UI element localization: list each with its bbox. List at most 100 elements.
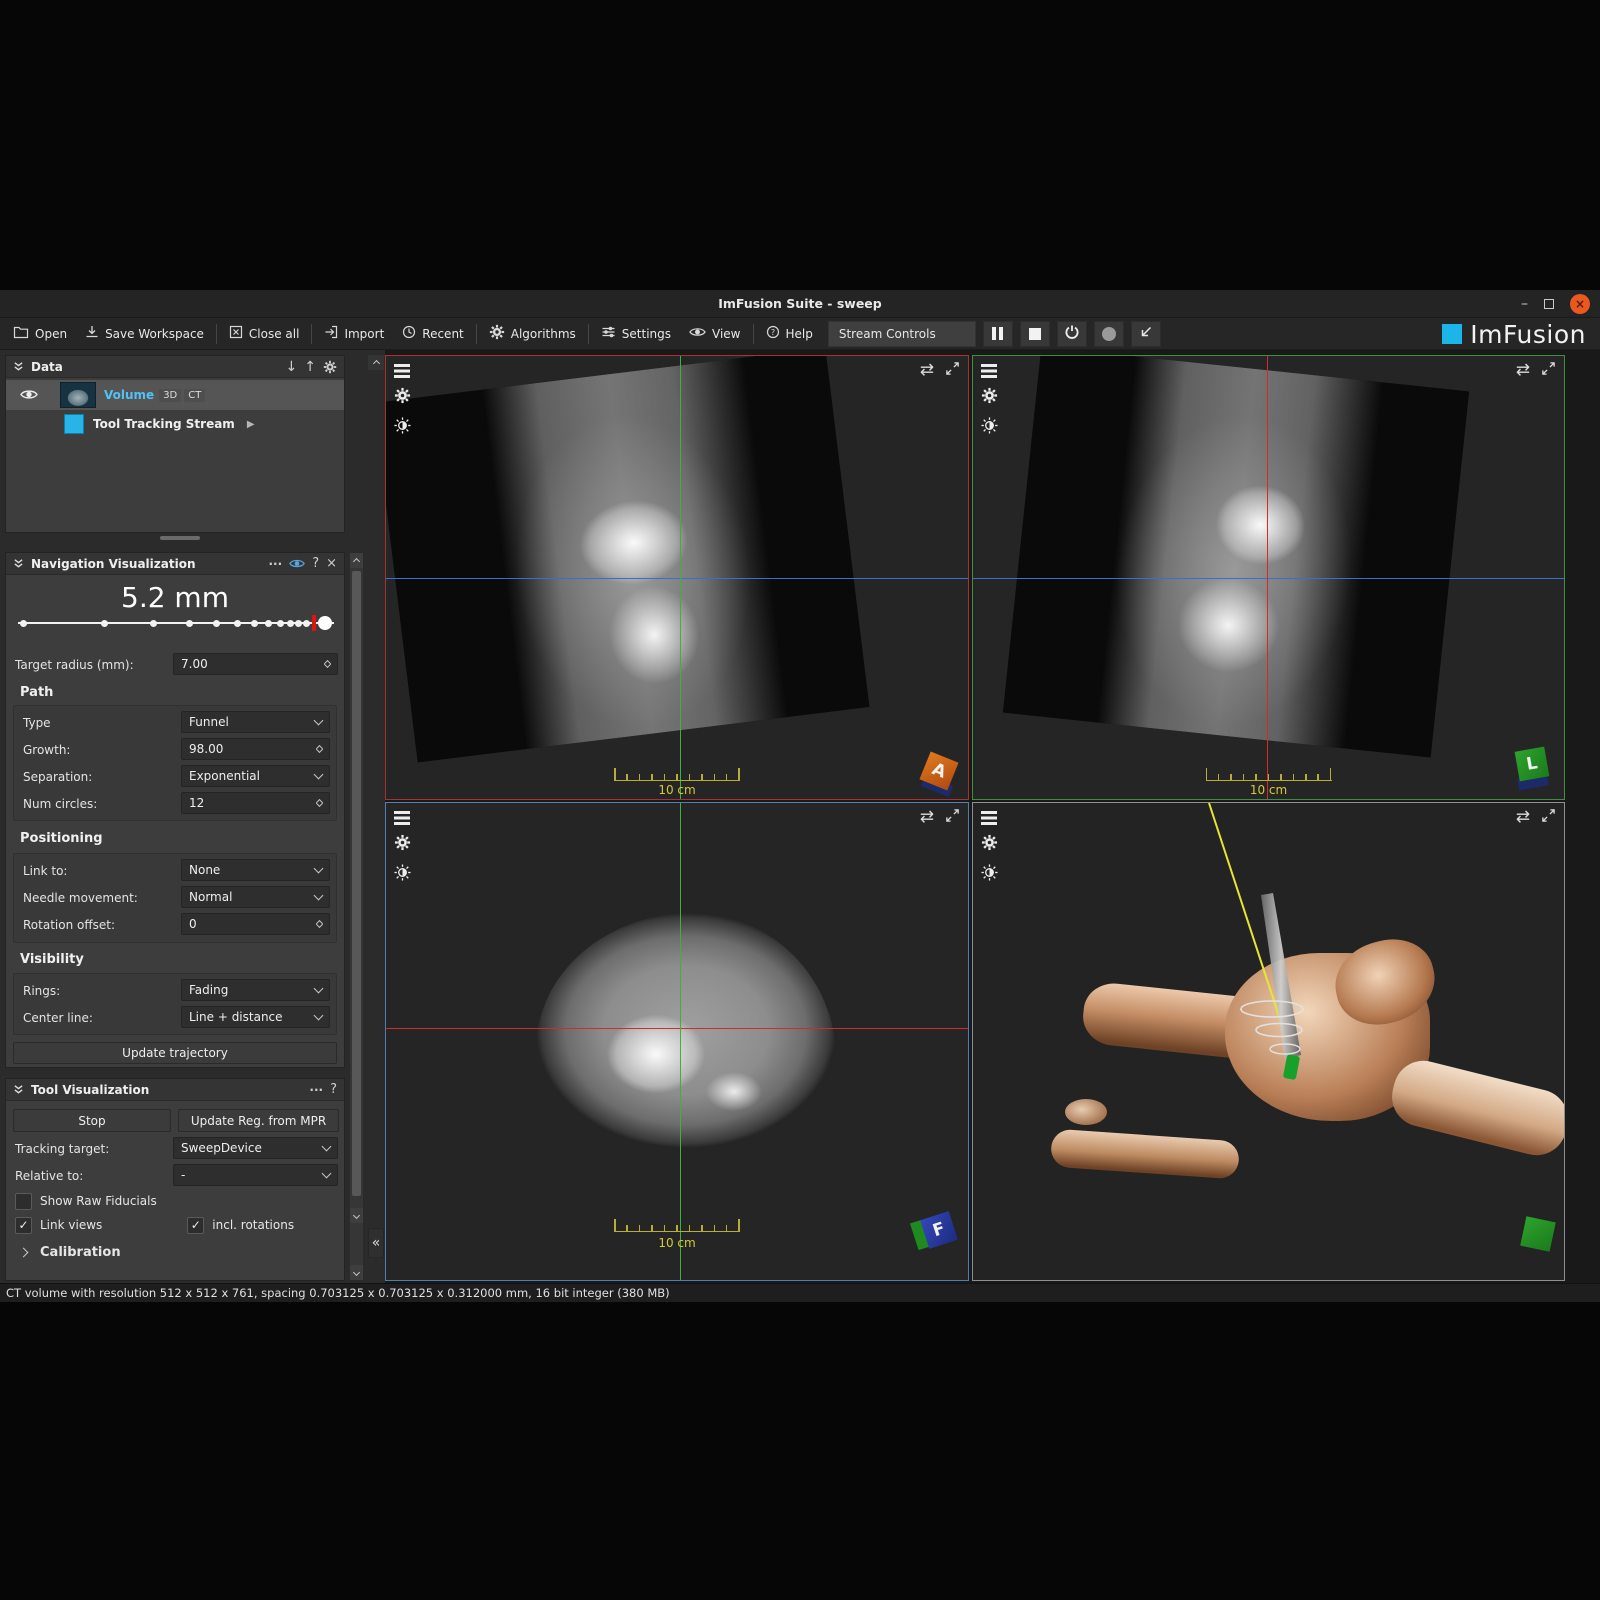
crosshair-horizontal-red[interactable]	[386, 1028, 968, 1029]
relative-to-dropdown[interactable]: -	[173, 1164, 338, 1186]
crosshair-vertical-green[interactable]	[680, 803, 681, 1280]
gear-icon[interactable]	[323, 360, 337, 374]
collapse-sidebar-button[interactable]: «	[368, 1228, 384, 1258]
gear-icon[interactable]	[394, 387, 411, 408]
growth-spinner[interactable]: 98.00	[181, 738, 330, 760]
open-button[interactable]: Open	[4, 321, 76, 347]
viewport-menu-icon[interactable]	[981, 364, 997, 367]
scroll-down-arrow[interactable]	[350, 1265, 363, 1280]
scroll-down-arrow[interactable]	[350, 1208, 363, 1223]
ellipsis-menu-icon[interactable]: ···	[309, 1083, 323, 1097]
show-raw-fiducials-checkbox[interactable]	[15, 1193, 32, 1210]
stop-button[interactable]: Stop	[13, 1109, 171, 1132]
pause-button[interactable]	[983, 321, 1013, 347]
spinner-arrows-icon[interactable]	[325, 661, 330, 667]
viewport-ct-sagittal[interactable]: ⇄ 10 cm A	[385, 355, 969, 800]
strip-up-arrow[interactable]	[368, 355, 384, 370]
settings-button[interactable]: Settings	[592, 321, 680, 347]
update-trajectory-button[interactable]: Update trajectory	[13, 1042, 337, 1064]
panel-close-icon[interactable]: ×	[326, 556, 337, 571]
minimize-button[interactable]: –	[1521, 299, 1528, 309]
save-workspace-button[interactable]: Save Workspace	[76, 321, 213, 347]
link-to-dropdown[interactable]: None	[181, 859, 330, 881]
viewport-menu-icon[interactable]	[981, 811, 997, 814]
brightness-icon[interactable]	[981, 864, 998, 885]
viewport-ct-coronal[interactable]: ⇄ 10 cm L	[972, 355, 1565, 800]
expand-view-icon[interactable]	[945, 808, 960, 827]
tool-panel-header[interactable]: Tool Visualization ··· ?	[6, 1079, 344, 1101]
algorithms-button[interactable]: Algorithms	[480, 321, 585, 347]
center-line-dropdown[interactable]: Line + distance	[181, 1006, 330, 1028]
navigation-panel-header[interactable]: Navigation Visualization ··· ? ×	[6, 553, 344, 575]
sidebar-scrollbar[interactable]	[349, 552, 364, 1281]
ellipsis-menu-icon[interactable]: ···	[269, 557, 283, 571]
scroll-up-arrow[interactable]	[350, 553, 363, 568]
viewport-menu-icon[interactable]	[394, 811, 410, 814]
needle-movement-dropdown[interactable]: Normal	[181, 886, 330, 908]
swap-view-icon[interactable]: ⇄	[1516, 809, 1530, 826]
help-button[interactable]: ? Help	[757, 321, 822, 347]
viewport-ct-axial[interactable]: ⇄ 10 cm F	[385, 802, 969, 1281]
dock-arrow-button[interactable]	[1131, 321, 1161, 347]
orientation-cube-3d[interactable]	[1520, 1216, 1556, 1252]
gear-icon[interactable]	[981, 834, 998, 855]
play-icon[interactable]: ▶	[247, 419, 255, 430]
spinner-arrows-icon[interactable]	[317, 746, 322, 752]
incl-rotations-checkbox[interactable]: ✓	[187, 1217, 204, 1234]
move-down-icon[interactable]: ↓	[286, 359, 298, 375]
gear-icon[interactable]	[394, 834, 411, 855]
view-button[interactable]: View	[680, 321, 749, 347]
tracking-target-dropdown[interactable]: SweepDevice	[173, 1137, 338, 1159]
crosshair-vertical-red[interactable]	[1267, 356, 1268, 799]
expand-view-icon[interactable]	[1541, 361, 1556, 380]
crosshair-horizontal-blue[interactable]	[973, 578, 1564, 579]
brightness-icon[interactable]	[394, 417, 411, 438]
data-panel-header[interactable]: Data ↓ ↑	[6, 356, 344, 378]
panel-splitter-handle[interactable]	[160, 536, 200, 540]
swap-view-icon[interactable]: ⇄	[920, 362, 934, 379]
crosshair-vertical-green[interactable]	[680, 356, 681, 799]
viewport-3d[interactable]: ⇄	[972, 802, 1565, 1281]
record-button[interactable]	[1094, 321, 1124, 347]
move-up-icon[interactable]: ↑	[304, 359, 316, 375]
brightness-icon[interactable]	[394, 864, 411, 885]
rotation-offset-spinner[interactable]: 0	[181, 913, 330, 935]
spinner-arrows-icon[interactable]	[317, 800, 322, 806]
power-button[interactable]	[1057, 321, 1087, 347]
spinner-arrows-icon[interactable]	[317, 921, 322, 927]
panel-eye-icon[interactable]	[289, 558, 305, 569]
visibility-eye-icon[interactable]	[20, 386, 38, 405]
num-circles-spinner[interactable]: 12	[181, 792, 330, 814]
swap-view-icon[interactable]: ⇄	[920, 809, 934, 826]
data-item-tool-tracking-stream[interactable]: Tool Tracking Stream ▶	[6, 410, 344, 438]
import-button[interactable]: Import	[315, 321, 393, 347]
slider-knob[interactable]	[318, 616, 332, 630]
panel-help-icon[interactable]: ?	[330, 1082, 337, 1097]
close-button[interactable]: ×	[1570, 294, 1590, 314]
brightness-icon[interactable]	[981, 417, 998, 438]
rings-dropdown[interactable]: Fading	[181, 979, 330, 1001]
orientation-cube-l[interactable]: L	[1515, 747, 1550, 782]
type-dropdown[interactable]: Funnel	[181, 711, 330, 733]
close-all-button[interactable]: Close all	[220, 321, 309, 347]
gear-icon[interactable]	[981, 387, 998, 408]
stream-controls-button[interactable]: Stream Controls	[828, 321, 976, 347]
viewport-menu-icon[interactable]	[394, 364, 410, 367]
separation-dropdown[interactable]: Exponential	[181, 765, 330, 787]
scrollbar-thumb[interactable]	[352, 571, 361, 1196]
expand-view-icon[interactable]	[1541, 808, 1556, 827]
swap-view-icon[interactable]: ⇄	[1516, 362, 1530, 379]
expand-view-icon[interactable]	[945, 361, 960, 380]
stop-icon	[1029, 328, 1041, 340]
calibration-section[interactable]: Calibration	[40, 1245, 121, 1260]
target-radius-spinner[interactable]: 7.00	[173, 653, 338, 675]
panel-help-icon[interactable]: ?	[312, 556, 319, 571]
crosshair-horizontal-blue[interactable]	[386, 578, 968, 579]
update-reg-from-mpr-button[interactable]: Update Reg. from MPR	[178, 1109, 339, 1132]
data-item-volume[interactable]: Volume 3D CT	[6, 380, 344, 410]
link-views-checkbox[interactable]: ✓	[15, 1217, 32, 1234]
ring-distance-slider[interactable]	[18, 615, 334, 631]
stop-stream-button[interactable]	[1020, 321, 1050, 347]
recent-button[interactable]: Recent	[393, 321, 472, 347]
maximize-button[interactable]	[1544, 299, 1554, 309]
